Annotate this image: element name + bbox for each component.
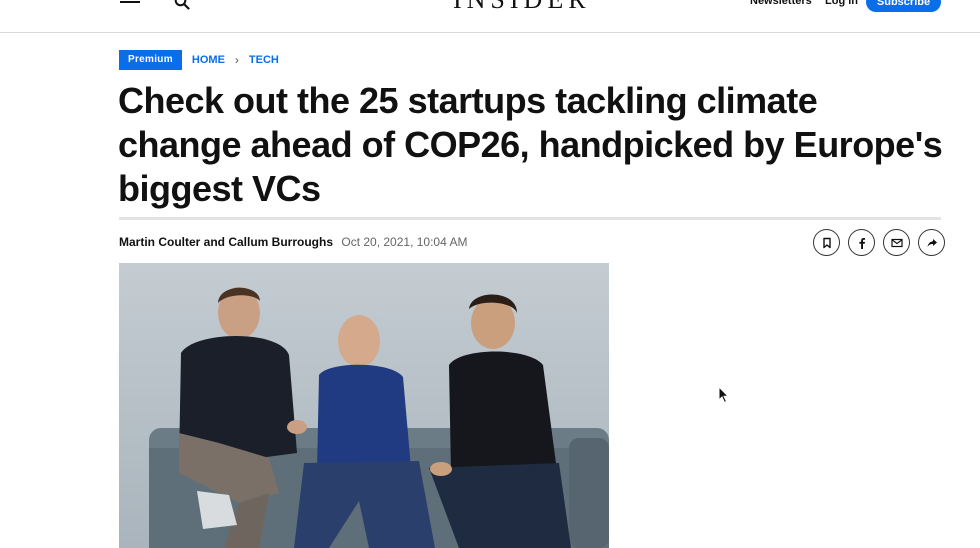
byline: Martin Coulter and Callum Burroughs Oct … <box>119 235 467 249</box>
top-navigation-bar: INSIDER Newsletters Log in Subscribe <box>0 0 980 33</box>
breadcrumb: Premium HOME › TECH <box>119 50 279 70</box>
email-icon <box>890 238 903 247</box>
premium-badge: Premium <box>119 50 182 70</box>
share-button[interactable] <box>918 229 945 256</box>
breadcrumb-home[interactable]: HOME <box>192 54 225 66</box>
article-headline: Check out the 25 startups tackling clima… <box>118 80 943 209</box>
site-logo[interactable]: INSIDER <box>453 0 591 14</box>
login-link[interactable]: Log in <box>825 0 858 8</box>
facebook-share-button[interactable] <box>848 229 875 256</box>
bookmark-icon <box>822 237 831 248</box>
mouse-cursor-icon <box>718 385 730 409</box>
email-share-button[interactable] <box>883 229 910 256</box>
subscribe-button[interactable]: Subscribe <box>866 0 941 12</box>
menu-icon[interactable] <box>120 0 140 8</box>
article-date: Oct 20, 2021, 10:04 AM <box>341 235 468 249</box>
hero-photo <box>119 263 609 548</box>
headline-divider <box>119 217 941 220</box>
share-bar <box>813 229 945 256</box>
facebook-icon <box>858 237 865 249</box>
chevron-right-icon: › <box>234 53 239 67</box>
article-authors[interactable]: Martin Coulter and Callum Burroughs <box>119 235 333 249</box>
bookmark-button[interactable] <box>813 229 840 256</box>
share-icon <box>927 238 937 247</box>
newsletters-link[interactable]: Newsletters <box>750 0 812 8</box>
search-icon[interactable] <box>174 0 190 10</box>
breadcrumb-tech[interactable]: TECH <box>249 54 279 66</box>
